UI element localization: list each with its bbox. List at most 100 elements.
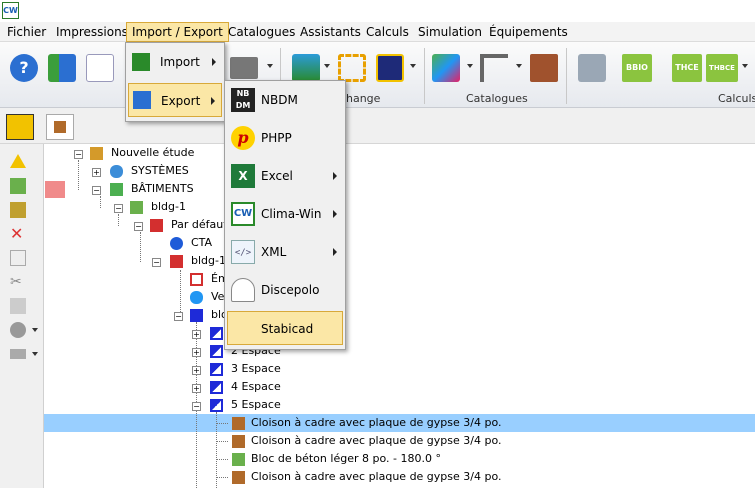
menu-item-import[interactable]: Import [128, 45, 222, 79]
app-logo-icon[interactable]: CW [2, 2, 19, 19]
menu-calculs[interactable]: Calculs [361, 22, 414, 42]
circle-tool-dropdown-icon[interactable] [32, 328, 38, 332]
help-icon[interactable]: ? [10, 54, 38, 82]
nbdm-icon: NB DM [231, 88, 255, 112]
tree-connector [216, 441, 228, 442]
block-view-icon[interactable] [46, 114, 74, 140]
menu-catalogues[interactable]: Catalogues [223, 22, 300, 42]
window-icon[interactable] [376, 54, 404, 82]
menu-assistants[interactable]: Assistants [295, 22, 366, 42]
thbce-dropdown-icon[interactable] [742, 64, 748, 68]
tree-item-wall[interactable]: Cloison à cadre avec plaque de gypse 3/4… [251, 468, 502, 486]
open-icon[interactable] [48, 54, 76, 82]
toolbar-separator [424, 48, 425, 104]
menu-item-clima-win-label: Clima-Win [261, 207, 322, 221]
tree-item-concrete-block[interactable]: Bloc de béton léger 8 po. - 180.0 ° [251, 450, 441, 468]
menu-item-xml[interactable]: </> XML [227, 235, 343, 269]
circle-tool-icon[interactable] [10, 322, 26, 338]
tree-item-bldg-1-zone[interactable]: bldg-1 [191, 252, 226, 270]
menu-item-discepolo[interactable]: Discepolo [227, 273, 343, 307]
expand-toggle[interactable]: + [192, 384, 201, 393]
cut-icon[interactable]: ✂ [10, 274, 26, 290]
expand-toggle[interactable]: + [192, 348, 201, 357]
menu-item-stabicad-label: Stabicad [261, 322, 314, 336]
expand-toggle[interactable]: − [92, 186, 101, 195]
left-toolbar: ✕ ✂ [0, 144, 44, 488]
tree-item-nouvelle-etude[interactable]: Nouvelle étude [111, 144, 194, 162]
wall-icon [232, 471, 245, 484]
tree-item-wall[interactable]: Cloison à cadre avec plaque de gypse 3/4… [251, 414, 502, 432]
map-icon[interactable] [432, 54, 460, 82]
fan-icon [170, 237, 183, 250]
printer-dropdown-icon[interactable] [267, 64, 273, 68]
menu-simulation[interactable]: Simulation [413, 22, 487, 42]
tree-item-batiments[interactable]: BÂTIMENTS [131, 180, 194, 198]
expand-toggle[interactable]: − [114, 204, 123, 213]
import-export-icon[interactable] [292, 54, 320, 82]
paste-icon[interactable] [10, 298, 26, 314]
submenu-arrow-icon [211, 97, 215, 105]
layer-icon[interactable] [10, 349, 26, 359]
menu-fichier[interactable]: Fichier [2, 22, 51, 42]
tree-item-systemes[interactable]: SYSTÈMES [131, 162, 189, 180]
menu-item-import-label: Import [160, 55, 200, 69]
expand-toggle[interactable]: − [152, 258, 161, 267]
menu-item-export-label: Export [161, 94, 201, 108]
menu-item-clima-win[interactable]: CW Clima-Win [227, 197, 343, 231]
printer-icon[interactable] [230, 57, 258, 79]
space-icon [210, 327, 223, 340]
toolbar-group-calculs: Calculs [718, 92, 755, 105]
thbce-button[interactable]: THBCE [706, 54, 738, 82]
copy-icon[interactable] [10, 250, 26, 266]
expand-toggle[interactable]: − [174, 312, 183, 321]
tree-connector [216, 423, 228, 424]
structure-dropdown-icon[interactable] [516, 64, 522, 68]
emitter-icon [190, 273, 203, 286]
status-marker [45, 181, 65, 198]
menu-item-nbdm[interactable]: NB DM NBDM [227, 83, 343, 117]
menu-item-export[interactable]: Export [128, 83, 222, 117]
structure-icon[interactable] [480, 54, 508, 82]
window-dropdown-icon[interactable] [410, 64, 416, 68]
list-icon[interactable] [10, 202, 26, 218]
expand-toggle[interactable]: + [192, 330, 201, 339]
tree-item-par-defaut[interactable]: Par défaut [171, 216, 228, 234]
new-document-icon[interactable] [86, 54, 114, 82]
zone-icon [150, 219, 163, 232]
expand-toggle[interactable]: + [92, 168, 101, 177]
tree-item-espace-5[interactable]: 5 Espace [231, 396, 281, 414]
bbio-button[interactable]: BBIO [622, 54, 652, 82]
thce-button[interactable]: THCE [672, 54, 702, 82]
add-item-icon[interactable] [10, 178, 26, 194]
menu-equipements[interactable]: Équipements [484, 22, 573, 42]
tree-item-ventilation[interactable]: Ve [211, 288, 224, 306]
menu-import-export[interactable]: Import / Export [126, 22, 229, 42]
expand-toggle[interactable]: + [192, 366, 201, 375]
expand-toggle[interactable]: − [192, 402, 201, 411]
menu-item-excel[interactable]: X Excel [227, 159, 343, 193]
menu-item-phpp[interactable]: p PHPP [227, 121, 343, 155]
tree-item-espace-4[interactable]: 4 Espace [231, 378, 281, 396]
warning-icon[interactable] [10, 154, 26, 168]
toolbar-group-exchange: hange [346, 92, 381, 105]
calculator-icon[interactable] [578, 54, 606, 82]
import-export-dropdown-icon[interactable] [324, 64, 330, 68]
delete-icon[interactable]: ✕ [10, 226, 26, 242]
expand-toggle[interactable]: − [74, 150, 83, 159]
tree-item-cta[interactable]: CTA [191, 234, 212, 252]
menu-impressions[interactable]: Impressions [51, 22, 133, 42]
tree-item-wall[interactable]: Cloison à cadre avec plaque de gypse 3/4… [251, 432, 502, 450]
tree-view-icon[interactable] [6, 114, 34, 140]
layer-dropdown-icon[interactable] [32, 352, 38, 356]
menu-item-stabicad[interactable]: Stabicad [227, 311, 343, 345]
import-icon [132, 53, 150, 71]
tree-item-bldg-1[interactable]: bldg-1 [151, 198, 186, 216]
wall-icon [232, 435, 245, 448]
tree-item-espace-3[interactable]: 3 Espace [231, 360, 281, 378]
submenu-arrow-icon [333, 248, 337, 256]
map-dropdown-icon[interactable] [467, 64, 473, 68]
expand-toggle[interactable]: − [134, 222, 143, 231]
tree-connector [78, 160, 79, 190]
door-icon[interactable] [530, 54, 558, 82]
expand-icon[interactable] [338, 54, 366, 82]
